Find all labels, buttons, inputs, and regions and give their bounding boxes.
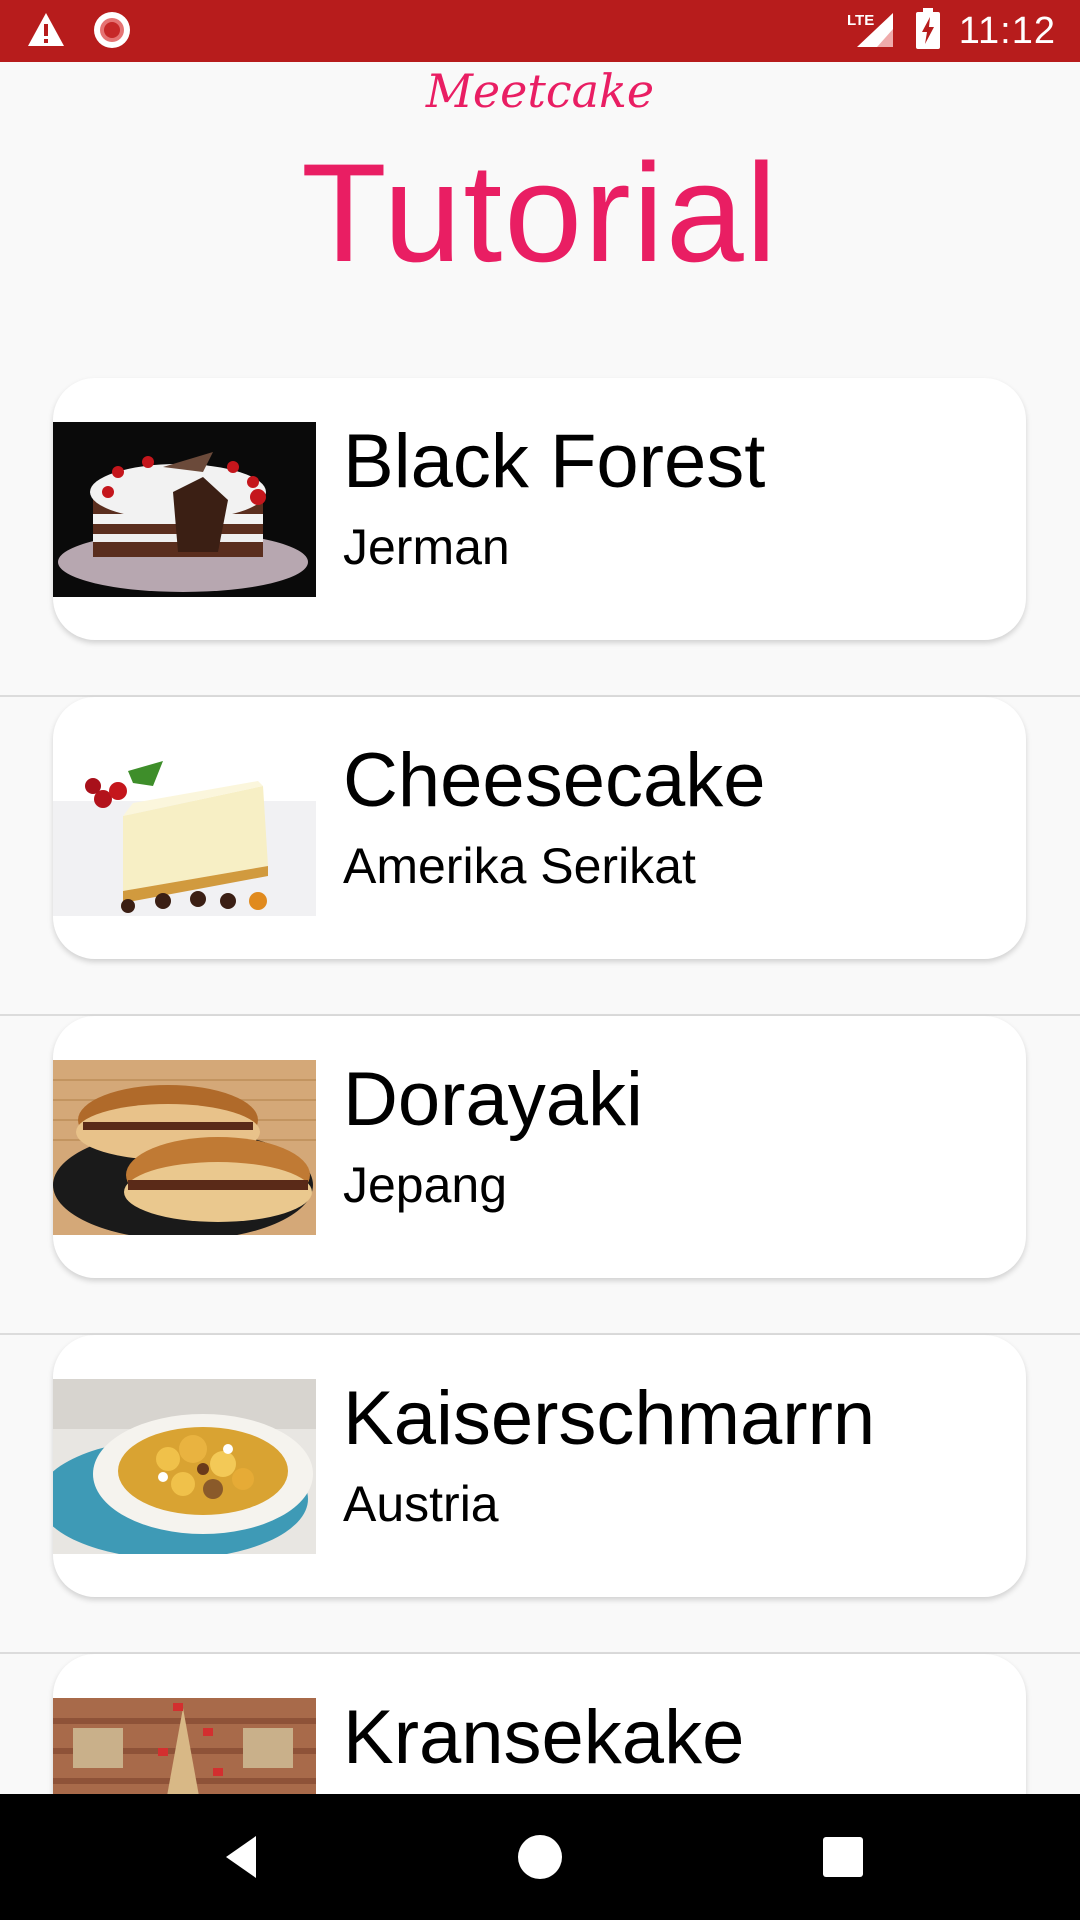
cake-origin: Austria (343, 1476, 499, 1532)
cake-name: Kransekake (343, 1695, 745, 1780)
cake-row: Kaiserschmarrn Austria (0, 1335, 1080, 1654)
home-button[interactable] (507, 1824, 573, 1890)
battery-charging-icon (915, 8, 941, 54)
navigation-bar (0, 1794, 1080, 1920)
recents-icon (810, 1837, 876, 1894)
cake-row: Black Forest Jerman (0, 378, 1080, 697)
status-left (26, 10, 132, 54)
status-bar: LTE 11:12 (0, 0, 1080, 62)
back-icon (212, 1836, 278, 1894)
record-icon (92, 10, 132, 54)
cake-row: Cheesecake Amerika Serikat (0, 697, 1080, 1016)
cake-card-kaiserschmarrn[interactable]: Kaiserschmarrn Austria (53, 1335, 1026, 1597)
cake-card-black-forest[interactable]: Black Forest Jerman (53, 378, 1026, 640)
cake-list[interactable]: Black Forest Jerman Cheesecake Amerika S… (0, 378, 1080, 1920)
cake-image-kaiserschmarrn (53, 1379, 316, 1554)
home-icon (507, 1835, 573, 1894)
clock: 11:12 (958, 9, 1056, 52)
status-right: LTE 11:12 (847, 0, 1056, 62)
cake-image-cheesecake (53, 741, 316, 916)
cake-origin: Amerika Serikat (343, 838, 696, 894)
cake-name: Kaiserschmarrn (343, 1376, 876, 1461)
cake-origin: Jerman (343, 519, 510, 575)
network-label: LTE (847, 12, 874, 29)
cake-origin: Jepang (343, 1157, 508, 1213)
cake-card-dorayaki[interactable]: Dorayaki Jepang (53, 1016, 1026, 1278)
cake-row: Dorayaki Jepang (0, 1016, 1080, 1335)
app-name: Meetcake (425, 64, 655, 118)
warning-icon (26, 10, 66, 54)
cake-name: Black Forest (343, 419, 766, 504)
recents-button[interactable] (810, 1824, 876, 1890)
cake-card-cheesecake[interactable]: Cheesecake Amerika Serikat (53, 697, 1026, 959)
cake-name: Dorayaki (343, 1057, 643, 1142)
signal-icon: LTE (847, 9, 897, 53)
screen: LTE 11:12 Meetcake Tutorial Black Forest… (0, 0, 1080, 1920)
cake-image-black-forest (53, 422, 316, 597)
back-button[interactable] (212, 1824, 278, 1890)
cake-image-dorayaki (53, 1060, 316, 1235)
cake-name: Cheesecake (343, 738, 766, 823)
page-title: Tutorial (301, 134, 779, 291)
